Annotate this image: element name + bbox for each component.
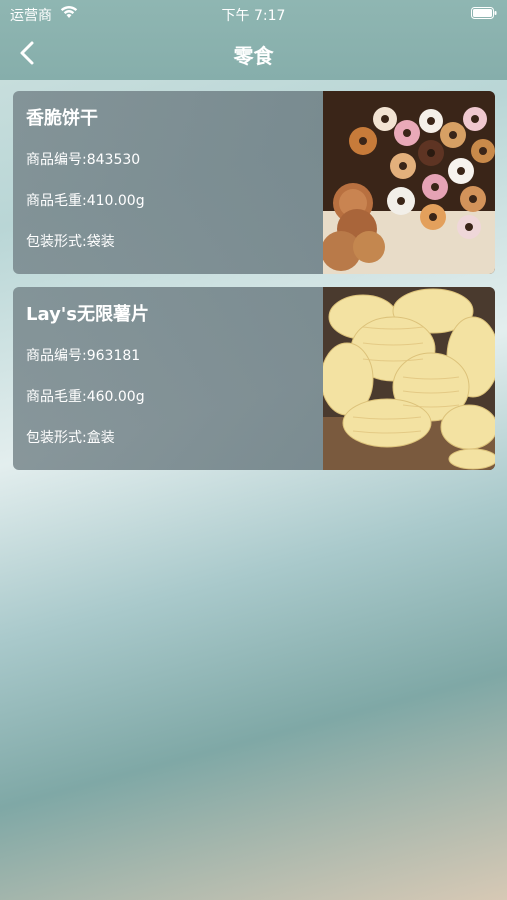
status-bar: 运营商 下午 7:17 [0, 0, 507, 28]
product-name: Lay's无限薯片 [26, 304, 150, 325]
product-card[interactable]: 香脆饼干 商品编号:843530 商品毛重:410.00g 包装形式:袋装 [13, 91, 495, 274]
battery-icon [471, 7, 497, 19]
product-packaging: 包装形式:盒装 [26, 430, 115, 446]
product-packaging: 包装形式:袋装 [26, 234, 115, 250]
product-weight: 商品毛重:460.00g [26, 389, 145, 405]
product-image-donuts [323, 91, 495, 274]
product-info: Lay's无限薯片 商品编号:963181 商品毛重:460.00g 包装形式:… [26, 301, 316, 452]
page-title: 零食 [233, 44, 274, 68]
product-info: 香脆饼干 商品编号:843530 商品毛重:410.00g 包装形式:袋装 [26, 105, 316, 256]
product-image-chips [323, 287, 495, 470]
product-weight: 商品毛重:410.00g [26, 193, 145, 209]
product-card[interactable]: Lay's无限薯片 商品编号:963181 商品毛重:460.00g 包装形式:… [13, 287, 495, 470]
product-list: 香脆饼干 商品编号:843530 商品毛重:410.00g 包装形式:袋装 La… [13, 91, 495, 483]
status-time: 下午 7:17 [221, 8, 286, 24]
product-code: 商品编号:963181 [26, 348, 141, 364]
product-name: 香脆饼干 [26, 108, 98, 129]
product-code: 商品编号:843530 [26, 152, 141, 168]
